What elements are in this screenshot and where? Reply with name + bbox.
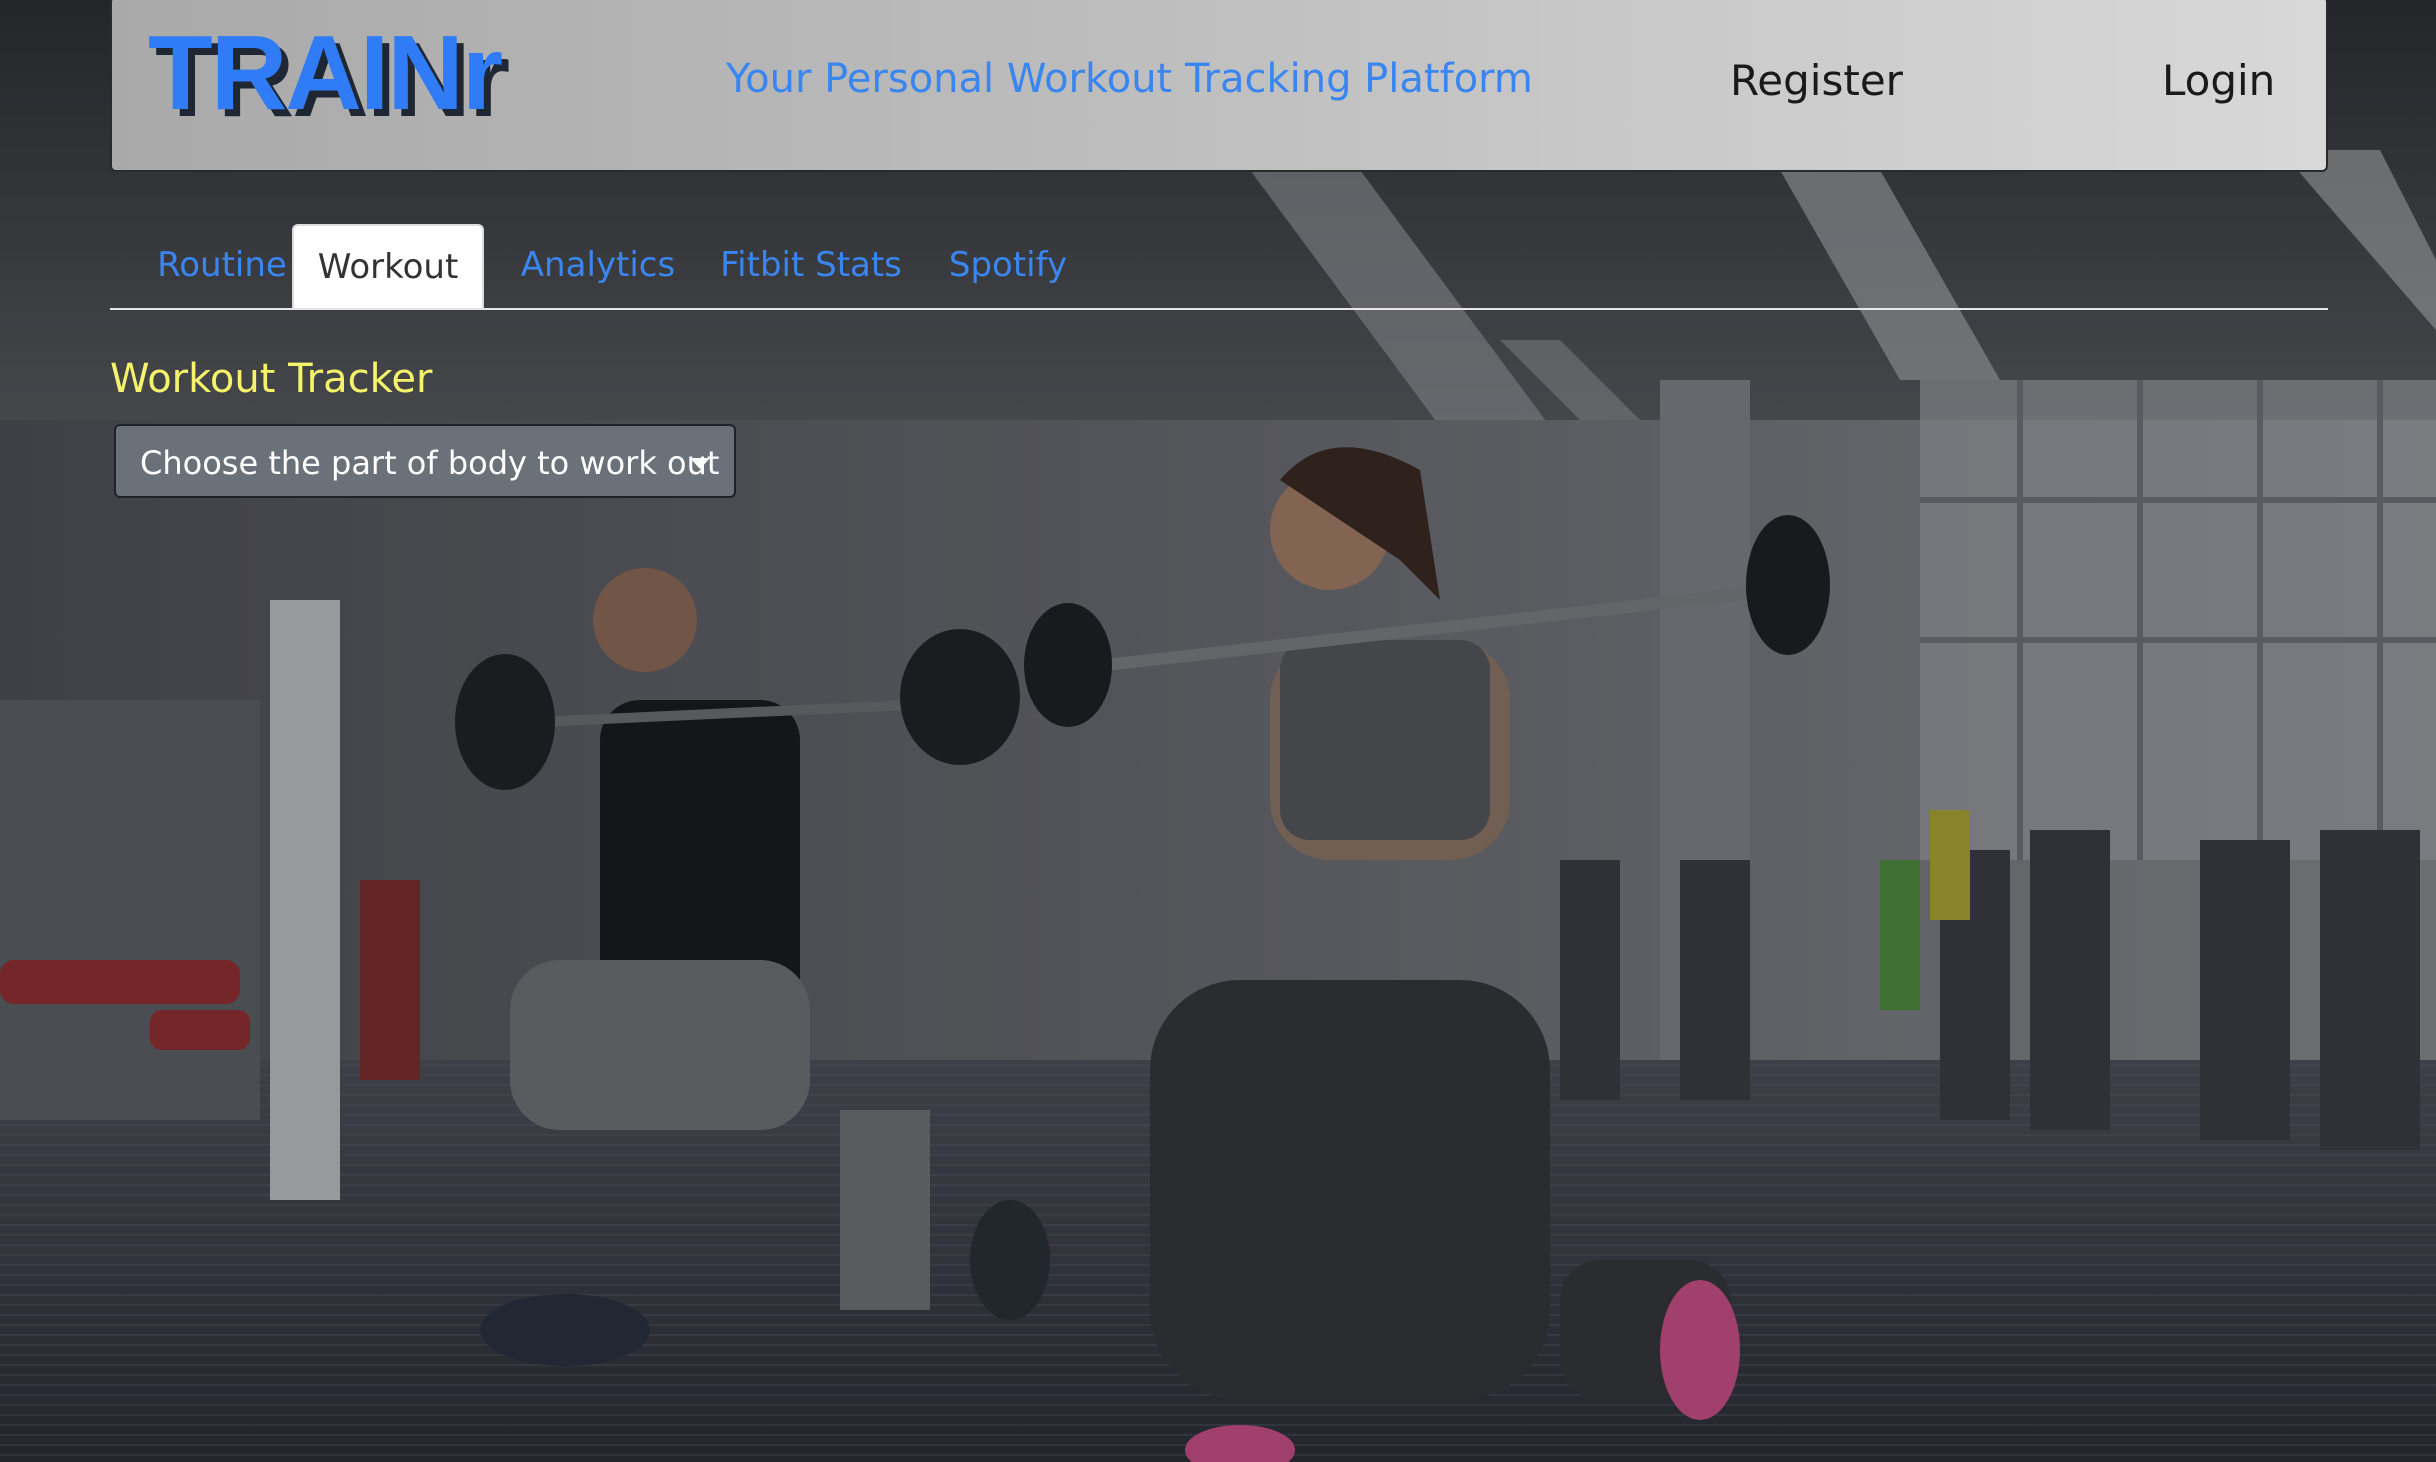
tab-analytics[interactable]: Analytics [510,224,686,306]
gym-background-image [0,0,2436,1462]
brand-logo[interactable]: TRAINr [148,20,503,126]
dropdown-selected-value: Choose the part of body to work out [140,444,720,482]
register-link[interactable]: Register [1730,56,1903,105]
site-tagline: Your Personal Workout Tracking Platform [726,56,1533,102]
tab-spotify[interactable]: Spotify [938,224,1078,306]
page-title: Workout Tracker [110,356,433,402]
tab-routine[interactable]: Routine [142,224,302,306]
body-part-dropdown[interactable]: Choose the part of body to work out [114,424,736,498]
login-link[interactable]: Login [2162,56,2275,105]
chevron-down-icon [690,458,710,469]
tab-workout[interactable]: Workout [292,224,484,308]
top-navbar: TRAINr Your Personal Workout Tracking Pl… [110,0,2328,172]
tab-fitbit-stats[interactable]: Fitbit Stats [718,224,904,306]
main-tabs: Routine Workout Analytics Fitbit Stats S… [110,224,2328,310]
